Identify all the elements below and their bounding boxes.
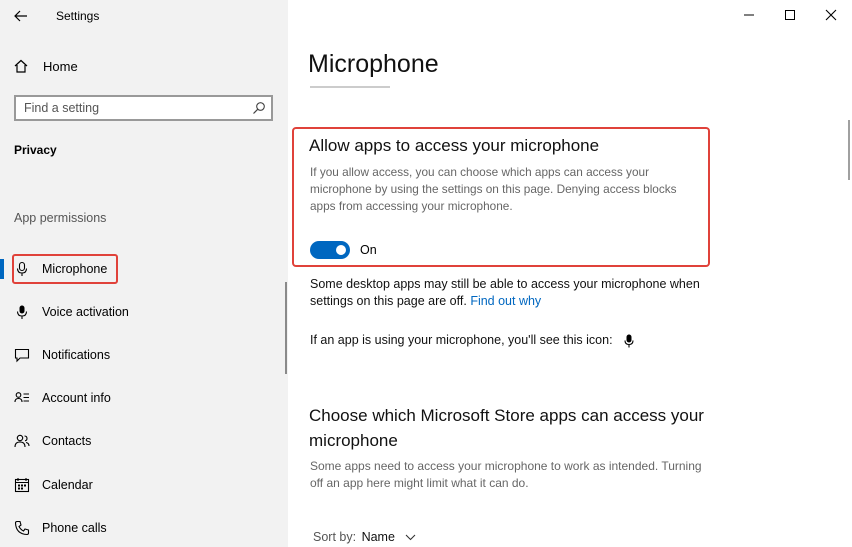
- search-input[interactable]: [24, 100, 244, 116]
- icon-note: If an app is using your microphone, you'…: [310, 333, 634, 348]
- find-out-why-link[interactable]: Find out why: [470, 294, 541, 308]
- home-icon: [14, 59, 28, 73]
- sidebar-item-label: Calendar: [42, 478, 93, 492]
- sidebar-item-calendar[interactable]: Calendar: [0, 470, 288, 500]
- calendar-icon: [14, 478, 30, 493]
- back-arrow-icon: [14, 10, 27, 22]
- main-scrollbar[interactable]: [848, 120, 850, 180]
- store-apps-heading: Choose which Microsoft Store apps can ac…: [309, 406, 704, 450]
- back-button[interactable]: [10, 5, 32, 27]
- contacts-icon: [14, 434, 30, 448]
- title-bar-left: Settings: [0, 0, 288, 32]
- search-icon[interactable]: [252, 101, 266, 115]
- search-box[interactable]: [14, 95, 273, 121]
- minimize-icon: [744, 14, 754, 16]
- group-title: App permissions: [14, 211, 107, 225]
- sidebar-item-label: Voice activation: [42, 305, 129, 319]
- sidebar-item-label: Phone calls: [42, 521, 107, 535]
- desktop-apps-note: Some desktop apps may still be able to a…: [310, 276, 710, 310]
- highlight-box-sidebar: [12, 254, 118, 284]
- sort-value: Name: [361, 530, 395, 544]
- phone-icon: [14, 520, 30, 536]
- sidebar-item-label: Notifications: [42, 348, 111, 362]
- notifications-icon: [14, 348, 30, 363]
- sidebar-item-voice-activation[interactable]: Voice activation: [0, 297, 288, 327]
- sidebar-item-contacts[interactable]: Contacts: [0, 426, 288, 456]
- close-icon: [825, 9, 837, 21]
- chevron-down-icon: [406, 534, 416, 541]
- sidebar: Settings Home Privacy App permissions Mi…: [0, 0, 288, 547]
- page-title: Microphone: [308, 50, 439, 78]
- sidebar-item-notifications[interactable]: Notifications: [0, 340, 288, 370]
- sidebar-item-label: Account info: [42, 391, 111, 405]
- app-title: Settings: [56, 9, 100, 23]
- sort-dropdown[interactable]: Sort by: Name: [313, 530, 416, 544]
- microphone-in-use-icon: [624, 334, 634, 348]
- maximize-icon: [785, 10, 795, 20]
- voice-activation-icon: [16, 305, 28, 319]
- title-underline: [310, 86, 390, 88]
- sidebar-item-phone-calls[interactable]: Phone calls: [0, 513, 288, 543]
- sort-label: Sort by:: [313, 530, 357, 544]
- minimize-button[interactable]: [737, 5, 761, 25]
- home-nav-item[interactable]: Home: [0, 52, 288, 80]
- home-label: Home: [43, 59, 78, 74]
- sidebar-scrollbar[interactable]: [285, 282, 287, 374]
- sidebar-item-account-info[interactable]: Account info: [0, 383, 288, 413]
- store-apps-description: Some apps need to access your microphone…: [310, 459, 702, 490]
- highlight-box-main: [292, 127, 710, 267]
- section-title: Privacy: [14, 143, 57, 157]
- account-info-icon: [14, 392, 29, 403]
- close-button[interactable]: [819, 5, 843, 25]
- maximize-button[interactable]: [778, 5, 802, 25]
- icon-note-text: If an app is using your microphone, you'…: [310, 333, 613, 347]
- sidebar-item-label: Contacts: [42, 434, 92, 448]
